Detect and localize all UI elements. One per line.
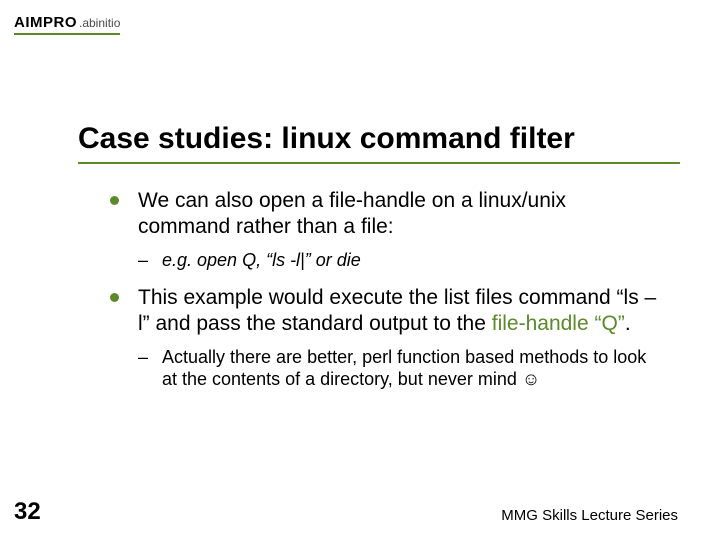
footer-text: MMG Skills Lecture Series — [501, 507, 678, 524]
bullet-2-run-accent: file-handle “Q” — [492, 312, 625, 335]
bullet-1: We can also open a file-handle on a linu… — [110, 188, 660, 271]
slide-title: Case studies: linux command filter — [78, 122, 680, 164]
bullet-2-run-3: . — [625, 312, 631, 335]
bullet-2-sub-1-text: Actually there are better, perl function… — [162, 347, 646, 390]
logo: AIMPRO .abinitio — [14, 14, 120, 35]
bullet-2-sub-1: Actually there are better, perl function… — [138, 346, 660, 391]
slide-body: We can also open a file-handle on a linu… — [110, 188, 660, 405]
logo-brand: AIMPRO — [14, 14, 77, 31]
bullet-2: This example would execute the list file… — [110, 285, 660, 391]
bullet-1-sub-1: e.g. open Q, “ls -l|” or die — [138, 249, 660, 272]
logo-sub: .abinitio — [79, 16, 120, 30]
bullet-1-sub-1-text: e.g. open Q, “ls -l|” or die — [162, 250, 361, 270]
page-number: 32 — [14, 498, 41, 526]
bullet-1-text: We can also open a file-handle on a linu… — [138, 189, 566, 238]
